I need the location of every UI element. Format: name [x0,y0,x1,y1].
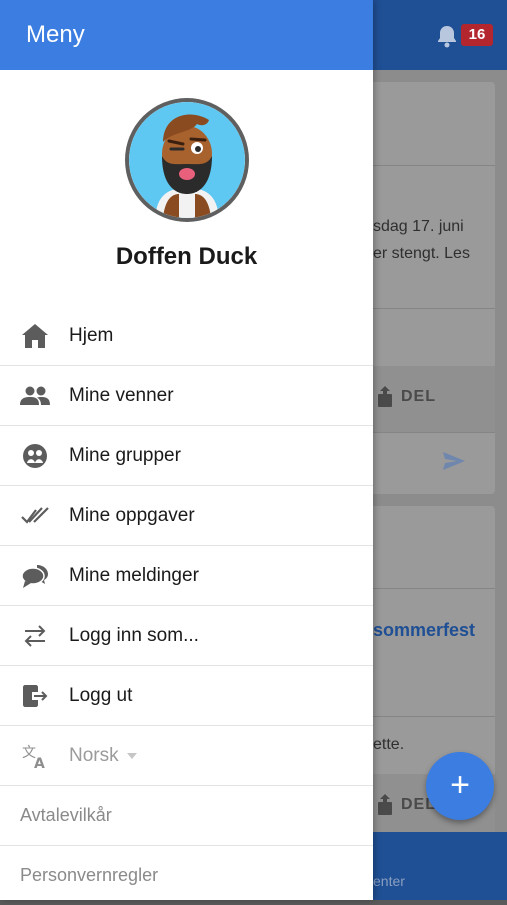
drawer-header: Meny [0,0,373,70]
add-button[interactable]: + [426,752,494,820]
language-label: Norsk [69,744,119,766]
event-link[interactable]: sommerfest [373,620,475,641]
terms-link-label: Avtalevilkår [20,805,112,825]
menu-item-tasks[interactable]: Mine oppgaver [0,486,373,546]
bell-icon[interactable] [436,24,460,48]
language-selector[interactable]: 文A Norsk [0,726,373,786]
menu-item-label: Mine grupper [69,444,181,466]
avatar-illustration [129,102,245,218]
menu-item-home[interactable]: Hjem [0,306,373,366]
menu-item-logout[interactable]: Logg ut [0,666,373,726]
messages-icon [20,561,50,591]
translate-icon: 文A [20,741,50,771]
menu-item-groups[interactable]: Mine grupper [0,426,373,486]
share-button[interactable]: DEL [377,386,436,408]
share-icon [378,794,392,815]
navigation-drawer: Meny Doffen Duck Hjem Mine venner Mine g… [0,0,373,900]
menu-item-label: Logg ut [69,684,133,706]
home-icon [20,321,50,351]
logout-icon [20,681,50,711]
card-text-line: ette. [373,736,405,753]
menu-item-label: Mine meldinger [69,564,199,586]
menu-item-friends[interactable]: Mine venner [0,366,373,426]
bottom-nav-label[interactable]: enter [373,873,405,889]
svg-text:A: A [34,756,45,769]
groups-icon [20,441,50,471]
user-name: Doffen Duck [115,243,258,270]
feed-card [360,82,495,494]
chevron-down-icon [126,752,137,759]
drawer-title: Meny [26,21,85,48]
link-terms[interactable]: Avtalevilkår [0,786,373,846]
privacy-link-label: Personvernregler [20,865,159,885]
share-icon [378,386,392,407]
drawer-menu: Hjem Mine venner Mine grupper Mine oppga… [0,306,373,905]
card-text-line: er stengt. Les [373,245,470,262]
menu-item-login-as[interactable]: Logg inn som... [0,606,373,666]
tasks-check-icon [20,501,50,531]
notification-badge: 16 [461,24,493,46]
send-icon[interactable] [443,452,465,475]
switch-arrows-icon [20,621,50,651]
card-text-line: sdag 17. juni [373,218,464,235]
avatar[interactable] [125,98,249,222]
menu-item-label: Mine venner [69,384,174,406]
menu-item-messages[interactable]: Mine meldinger [0,546,373,606]
friends-icon [20,381,50,411]
menu-item-label: Hjem [69,324,114,346]
menu-item-label: Mine oppgaver [69,504,195,526]
link-privacy[interactable]: Personvernregler [0,846,373,905]
menu-item-label: Logg inn som... [69,624,199,646]
